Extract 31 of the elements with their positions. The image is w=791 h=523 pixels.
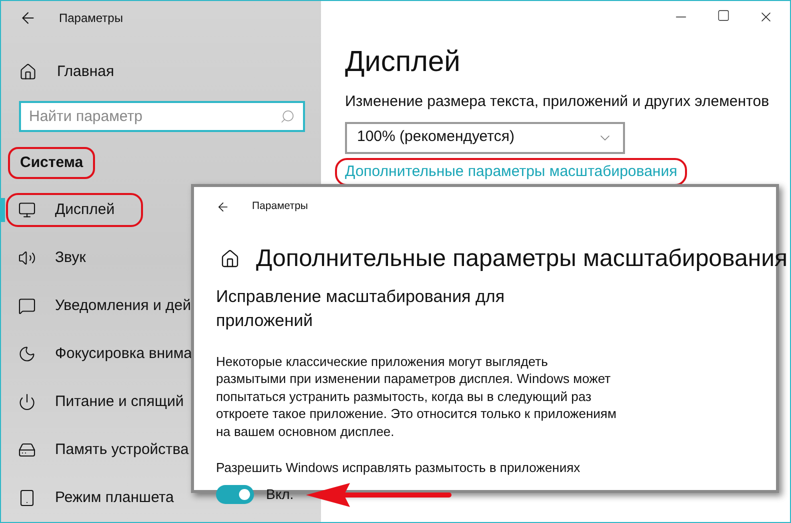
page-heading: Дисплей xyxy=(345,45,462,79)
scale-dropdown[interactable]: 100% (рекомендуется) xyxy=(345,122,625,154)
search-field[interactable]: Найти параметр xyxy=(19,101,305,132)
home-icon[interactable] xyxy=(19,63,37,82)
tablet-icon xyxy=(18,489,36,507)
power-icon xyxy=(18,393,36,411)
section-heading: Исправление масштабирования для приложений xyxy=(216,286,506,332)
setting-label: Разрешить Windows исправлять размытость в приложениях xyxy=(216,459,582,478)
section-heading: Система xyxy=(8,146,96,180)
speech-bubble-icon xyxy=(18,297,36,315)
speaker-icon xyxy=(18,249,36,267)
sidebar-item[interactable]: Память устройства xyxy=(6,433,193,467)
monitor-icon xyxy=(18,201,36,219)
scale-label: Изменение размера текста, приложений и других элементов xyxy=(345,92,770,112)
sidebar-item[interactable]: Питание и спящий xyxy=(6,385,188,419)
window-title: Параметры xyxy=(59,10,123,28)
description-text: Некоторые классические приложения могут выглядеть размытыми при изменении параметров дисплея. Windows может попытаться устранить размытость, когда вы в следующий раз откроете такое приложение. Это относится только к приложениям на вашем основном дисплее. xyxy=(216,352,618,440)
toggle-switch[interactable] xyxy=(216,485,254,504)
toggle-state-label: Вкл. xyxy=(266,485,294,504)
window-title: Параметры xyxy=(252,199,308,214)
home-icon[interactable] xyxy=(220,248,240,269)
sidebar-item[interactable]: Дисплей xyxy=(6,193,143,227)
home-link[interactable]: Главная xyxy=(57,61,114,84)
moon-icon xyxy=(18,345,36,363)
page-heading: Дополнительные параметры масштабирования xyxy=(256,244,788,274)
maximize-icon[interactable] xyxy=(717,9,730,22)
drive-icon xyxy=(18,441,36,459)
search-icon xyxy=(280,109,295,124)
sidebar-item[interactable]: Уведомления и дей xyxy=(6,289,195,323)
sidebar-item[interactable]: Режим планшета xyxy=(6,481,178,515)
sidebar-item[interactable]: Звук xyxy=(6,241,90,275)
